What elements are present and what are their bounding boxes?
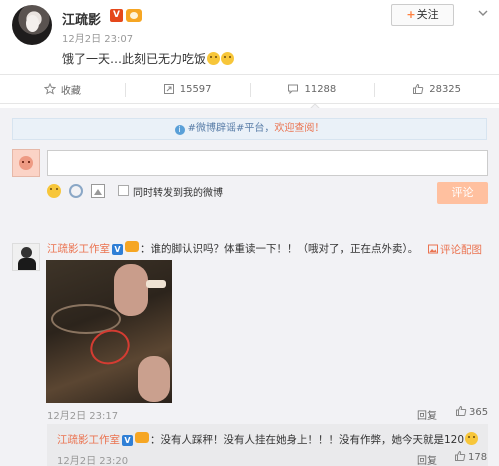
comment-reply-button[interactable]: 回复 bbox=[417, 407, 437, 422]
rumor-notice-banner: i #微博辟谣#平台，欢迎查阅！ bbox=[12, 118, 487, 140]
repost-checkbox-label[interactable]: 同时转发到我的微博 bbox=[133, 184, 223, 199]
plus-icon: + bbox=[406, 8, 416, 21]
member-level-icon bbox=[126, 9, 142, 22]
repost-button[interactable]: 15597 bbox=[124, 75, 250, 103]
photo-foot-shape bbox=[138, 356, 170, 402]
comment-like-button[interactable]: 365 bbox=[455, 405, 488, 418]
reply-reply-button[interactable]: 回复 bbox=[417, 452, 437, 466]
follow-label: 关注 bbox=[416, 8, 439, 21]
nested-reply-content: 江疏影工作室 V ：没有人踩秤！没有人挂在她身上！！！没有作弊，她今天就是120 bbox=[57, 432, 479, 447]
reply-like-count: 178 bbox=[468, 452, 488, 463]
emoji-icon bbox=[221, 52, 235, 65]
comment-button[interactable]: 11288 bbox=[249, 75, 375, 103]
commenter-name[interactable]: 江疏影工作室 bbox=[47, 243, 110, 255]
repost-count: 15597 bbox=[179, 83, 212, 95]
notice-link[interactable]: 欢迎查阅！ bbox=[274, 123, 324, 134]
comment-count: 11288 bbox=[304, 83, 337, 95]
comment-input[interactable] bbox=[47, 150, 488, 176]
member-level-icon bbox=[135, 432, 149, 443]
thumbs-up-icon bbox=[455, 450, 466, 461]
emoji-icon bbox=[465, 432, 479, 445]
comment-section: i #微博辟谣#平台，欢迎查阅！ 同时转发到我的微博 评论 江疏影工作室 V ：谁的脚… bbox=[0, 108, 499, 466]
photo-sandal-strap bbox=[146, 280, 166, 288]
nested-reply: 江疏影工作室 V ：没有人踩秤！没有人挂在她身上！！！没有作弊，她今天就是120 1… bbox=[47, 424, 488, 466]
action-bar: 收藏 15597 11288 28325 bbox=[0, 74, 499, 104]
post-text: 饿了一天…此刻已无力吃饭 bbox=[62, 50, 235, 67]
comment-image-link-label: 评论配图 bbox=[440, 244, 482, 256]
user-avatar[interactable] bbox=[12, 5, 52, 45]
comment-icon bbox=[288, 84, 299, 95]
verified-badge-icon: V bbox=[122, 435, 133, 446]
comment-text: ：谁的脚认识吗？体重读一下！！（哦对了，正在点外卖）。 bbox=[140, 243, 419, 255]
post-time[interactable]: 12月2日 23:07 bbox=[62, 30, 133, 45]
emoji-icon bbox=[207, 52, 221, 65]
topic-icon[interactable] bbox=[69, 184, 83, 198]
favorite-label: 收藏 bbox=[60, 85, 81, 97]
comment-photo[interactable] bbox=[46, 260, 172, 403]
emoji-picker-icon[interactable] bbox=[47, 184, 61, 198]
my-avatar bbox=[12, 149, 40, 177]
submit-comment-button[interactable]: 评论 bbox=[437, 182, 488, 204]
post-text-content: 饿了一天…此刻已无力吃饭 bbox=[62, 52, 207, 66]
reply-time: 12月2日 23:20 bbox=[57, 456, 129, 466]
chevron-down-icon[interactable] bbox=[478, 8, 488, 18]
reply-like-button[interactable]: 178 bbox=[454, 450, 487, 463]
comment-image-link[interactable]: 评论配图 bbox=[428, 242, 482, 257]
comment-content: 江疏影工作室 V ：谁的脚认识吗？体重读一下！！（哦对了，正在点外卖）。 bbox=[47, 241, 418, 256]
comment-time: 12月2日 23:17 bbox=[47, 411, 119, 422]
thumbs-up-icon bbox=[413, 83, 424, 94]
weibo-post-card: 江疏影 V 12月2日 23:07 +关注 饿了一天…此刻已无力吃饭 收藏 15… bbox=[0, 0, 499, 466]
repost-checkbox[interactable] bbox=[118, 185, 129, 196]
notice-text: #微博辟谣#平台， bbox=[187, 123, 275, 134]
photo-foot-shape bbox=[114, 264, 148, 316]
info-icon: i bbox=[174, 125, 185, 135]
user-name[interactable]: 江疏影 bbox=[62, 9, 101, 28]
favorite-button[interactable]: 收藏 bbox=[0, 75, 125, 103]
image-upload-icon[interactable] bbox=[91, 184, 105, 198]
commenter-avatar[interactable] bbox=[12, 243, 40, 271]
follow-button[interactable]: +关注 bbox=[391, 4, 454, 26]
like-count: 28325 bbox=[429, 83, 462, 95]
like-button[interactable]: 28325 bbox=[374, 75, 499, 103]
thumbs-up-icon bbox=[456, 405, 467, 416]
comment-like-count: 365 bbox=[469, 407, 489, 418]
verified-badge-icon: V bbox=[112, 244, 123, 255]
star-icon bbox=[43, 83, 56, 95]
image-icon bbox=[428, 244, 438, 254]
verified-badge-icon: V bbox=[110, 9, 123, 22]
reply-author-name[interactable]: 江疏影工作室 bbox=[57, 434, 120, 446]
repost-icon bbox=[163, 84, 174, 94]
member-level-icon bbox=[125, 241, 139, 252]
reply-text: ：没有人踩秤！没有人挂在她身上！！！没有作弊，她今天就是120 bbox=[150, 434, 465, 446]
